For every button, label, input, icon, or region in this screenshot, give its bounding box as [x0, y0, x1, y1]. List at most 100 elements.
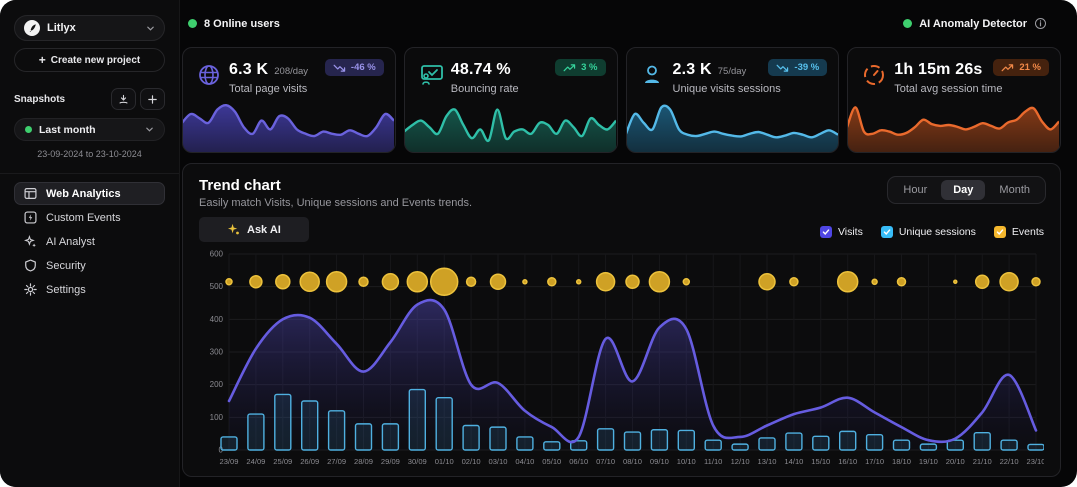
svg-text:07/10: 07/10 [596, 457, 615, 466]
anomaly-status-dot [903, 19, 912, 28]
svg-text:02/10: 02/10 [462, 457, 481, 466]
trend-badge: 21 % [993, 59, 1049, 76]
sidebar-item-custom-events[interactable]: Custom Events [14, 206, 165, 229]
svg-text:24/09: 24/09 [246, 457, 265, 466]
svg-text:400: 400 [210, 315, 224, 324]
chevron-down-icon [145, 125, 154, 134]
tab-hour[interactable]: Hour [891, 180, 939, 200]
stat-value: 1h 15m 26s [894, 61, 982, 79]
stat-card-person: 2.3 K75/dayUnique visits sessions-39 % [626, 47, 840, 153]
snapshot-date-range: 23-09-2024 to 23-10-2024 [14, 149, 165, 159]
card-sparkline [847, 99, 1059, 153]
stat-label: Total avg session time [894, 83, 1002, 95]
person-icon [641, 63, 663, 92]
svg-text:15/10: 15/10 [811, 457, 830, 466]
timer-icon [862, 63, 886, 92]
tab-day[interactable]: Day [941, 180, 985, 200]
svg-text:04/10: 04/10 [515, 457, 534, 466]
trend-chart: 010020030040050060023/0924/0925/0926/092… [199, 248, 1044, 475]
stat-card-timer: 1h 15m 26s Total avg session time 21 % [847, 47, 1061, 153]
svg-text:21/10: 21/10 [973, 457, 992, 466]
plus-icon: + [39, 53, 46, 67]
checkbox-icon[interactable] [994, 226, 1006, 238]
svg-text:23/09: 23/09 [219, 457, 238, 466]
sidebar-item-settings[interactable]: Settings [14, 278, 165, 301]
trend-badge: -46 % [325, 59, 384, 76]
trend-chart-panel: Trend chart Easily match Visits, Unique … [182, 163, 1061, 477]
trend-up-icon [1001, 64, 1014, 72]
stat-card-bounce: 48.74 %Bouncing rate3 % [404, 47, 618, 153]
stat-value: 6.3 K [229, 61, 268, 79]
svg-text:05/10: 05/10 [542, 457, 561, 466]
online-status-dot [188, 19, 197, 28]
export-snapshot-button[interactable] [111, 88, 136, 110]
online-users: 8 Online users [188, 18, 280, 30]
svg-text:11/10: 11/10 [704, 457, 722, 466]
sidebar-nav: Web Analytics Custom Events AI AnalystSecu… [14, 182, 165, 301]
svg-text:500: 500 [210, 282, 224, 291]
chart-legend: Visits Unique sessions Events [820, 226, 1044, 238]
svg-text:03/10: 03/10 [488, 457, 507, 466]
svg-text:23/10: 23/10 [1026, 457, 1044, 466]
svg-text:19/10: 19/10 [919, 457, 938, 466]
project-selector[interactable]: Litlyx [14, 15, 165, 41]
card-sparkline [182, 99, 394, 153]
legend-events[interactable]: Events [994, 226, 1044, 238]
svg-text:14/10: 14/10 [784, 457, 803, 466]
sidebar-item-ai-analyst[interactable]: AI Analyst [14, 230, 165, 253]
custom-events-icon [24, 211, 37, 224]
stat-label: Total page visits [229, 83, 307, 95]
svg-text:06/10: 06/10 [569, 457, 588, 466]
svg-text:200: 200 [210, 380, 224, 389]
svg-text:08/10: 08/10 [623, 457, 642, 466]
trend-badge: 3 % [555, 59, 605, 76]
svg-text:22/10: 22/10 [1000, 457, 1019, 466]
svg-text:18/10: 18/10 [892, 457, 911, 466]
svg-text:26/09: 26/09 [300, 457, 319, 466]
svg-text:10/10: 10/10 [677, 457, 696, 466]
legend-unique-sessions[interactable]: Unique sessions [881, 226, 976, 238]
plus-icon [147, 94, 158, 105]
stat-card-globe: 6.3 K208/dayTotal page visits-46 % [182, 47, 396, 153]
create-project-button[interactable]: + Create new project [14, 48, 165, 72]
add-snapshot-button[interactable] [140, 88, 165, 110]
app-window: Litlyx + Create new project Snapshots La… [0, 0, 1077, 487]
web-analytics-icon [24, 187, 37, 200]
card-sparkline [626, 99, 838, 153]
sparkle-icon [227, 223, 240, 236]
period-select[interactable]: Last month [14, 118, 165, 141]
settings-icon [24, 283, 37, 296]
stat-label: Bouncing rate [451, 83, 519, 95]
snapshots-label: Snapshots [14, 94, 65, 105]
ask-ai-button[interactable]: Ask AI [199, 217, 309, 242]
sidebar-item-label: Custom Events [46, 212, 121, 224]
svg-text:29/09: 29/09 [381, 457, 400, 466]
stat-value: 2.3 K [673, 61, 712, 79]
sidebar-item-label: Settings [46, 284, 86, 296]
trend-down-icon [333, 64, 346, 72]
topbar: 8 Online users AI Anomaly Detector [182, 0, 1061, 47]
sidebar-item-security[interactable]: Security [14, 254, 165, 277]
sidebar-divider [0, 173, 179, 174]
svg-text:27/09: 27/09 [327, 457, 346, 466]
svg-text:12/10: 12/10 [731, 457, 750, 466]
download-icon [118, 94, 129, 105]
project-name: Litlyx [47, 22, 139, 34]
tab-month[interactable]: Month [987, 180, 1042, 200]
sidebar-item-web-analytics[interactable]: Web Analytics [14, 182, 165, 205]
bounce-icon [419, 63, 445, 92]
stat-cards: 6.3 K208/dayTotal page visits-46 %48.74 … [182, 47, 1061, 153]
svg-text:20/10: 20/10 [946, 457, 965, 466]
svg-text:17/10: 17/10 [865, 457, 884, 466]
checkbox-icon[interactable] [820, 226, 832, 238]
svg-text:28/09: 28/09 [354, 457, 373, 466]
stat-label: Unique visits sessions [673, 83, 781, 95]
legend-visits[interactable]: Visits [820, 226, 863, 238]
checkbox-icon[interactable] [881, 226, 893, 238]
main-area: 8 Online users AI Anomaly Detector 6.3 K… [180, 0, 1077, 487]
info-icon[interactable] [1034, 17, 1047, 30]
chevron-down-icon [146, 24, 155, 33]
svg-text:01/10: 01/10 [435, 457, 454, 466]
trend-down-icon [776, 64, 789, 72]
svg-text:30/09: 30/09 [408, 457, 427, 466]
